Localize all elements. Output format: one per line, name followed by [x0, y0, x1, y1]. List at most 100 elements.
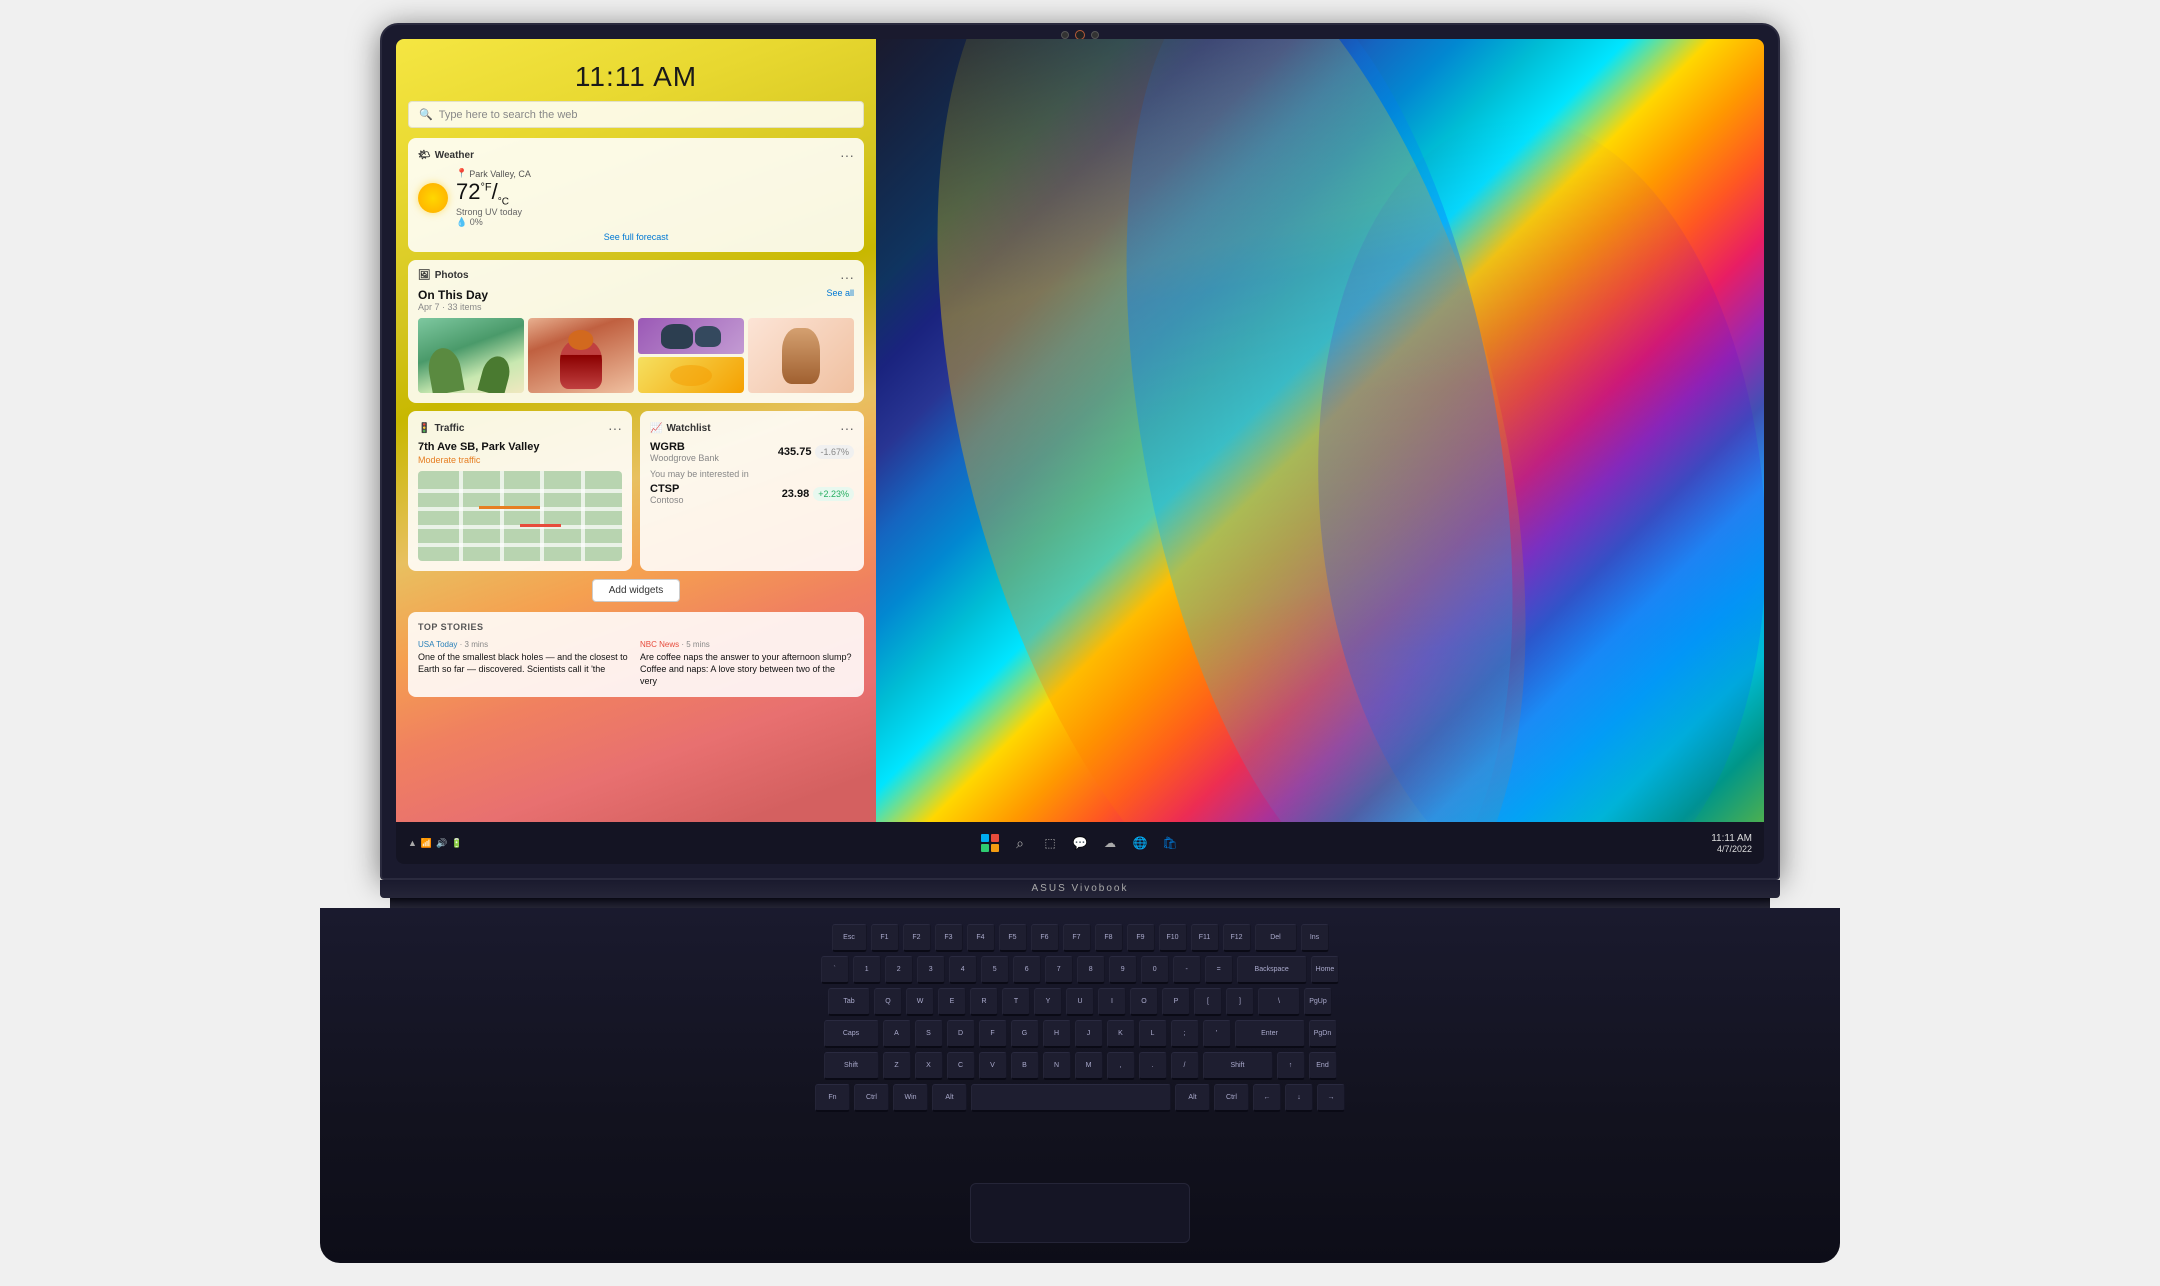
key-backtick[interactable]: ` — [821, 956, 849, 984]
weather-forecast-link[interactable]: See full forecast — [418, 232, 854, 242]
key-enter[interactable]: Enter — [1235, 1020, 1305, 1048]
key-minus[interactable]: - — [1173, 956, 1201, 984]
key-fn[interactable]: Fn — [815, 1084, 850, 1112]
key-shift-right[interactable]: Shift — [1203, 1052, 1273, 1080]
key-x[interactable]: X — [915, 1052, 943, 1080]
key-f11[interactable]: F11 — [1191, 924, 1219, 952]
taskbar-teams-button[interactable]: 💬 — [1069, 832, 1091, 854]
key-f5[interactable]: F5 — [999, 924, 1027, 952]
key-equals[interactable]: = — [1205, 956, 1233, 984]
key-o[interactable]: O — [1130, 988, 1158, 1016]
key-t[interactable]: T — [1002, 988, 1030, 1016]
key-w[interactable]: W — [906, 988, 934, 1016]
search-bar[interactable]: 🔍 Type here to search the web — [408, 101, 864, 128]
weather-more-button[interactable]: ··· — [840, 148, 854, 162]
key-c[interactable]: C — [947, 1052, 975, 1080]
key-semicolon[interactable]: ; — [1171, 1020, 1199, 1048]
key-f1[interactable]: F1 — [871, 924, 899, 952]
key-0[interactable]: 0 — [1141, 956, 1169, 984]
photo-1[interactable] — [418, 318, 524, 393]
key-alt-right[interactable]: Alt — [1175, 1084, 1210, 1112]
key-f3[interactable]: F3 — [935, 924, 963, 952]
traffic-more-button[interactable]: ··· — [608, 421, 622, 435]
taskbar-widgets-button[interactable]: ☁ — [1099, 832, 1121, 854]
photo-3[interactable] — [638, 318, 744, 393]
key-del[interactable]: Del — [1255, 924, 1297, 952]
key-p[interactable]: P — [1162, 988, 1190, 1016]
key-arrow-up[interactable]: ↑ — [1277, 1052, 1305, 1080]
key-j[interactable]: J — [1075, 1020, 1103, 1048]
start-button[interactable] — [979, 832, 1001, 854]
system-clock[interactable]: 11:11 AM 4/7/2022 — [1711, 833, 1752, 854]
story-item-1[interactable]: USA Today · 3 mins One of the smallest b… — [418, 640, 632, 687]
key-4[interactable]: 4 — [949, 956, 977, 984]
key-l[interactable]: L — [1139, 1020, 1167, 1048]
photo-4[interactable] — [748, 318, 854, 393]
add-widgets-button[interactable]: Add widgets — [592, 579, 680, 602]
key-v[interactable]: V — [979, 1052, 1007, 1080]
key-q[interactable]: Q — [874, 988, 902, 1016]
key-backspace[interactable]: Backspace — [1237, 956, 1307, 984]
key-f4[interactable]: F4 — [967, 924, 995, 952]
key-r[interactable]: R — [970, 988, 998, 1016]
key-f[interactable]: F — [979, 1020, 1007, 1048]
key-e[interactable]: E — [938, 988, 966, 1016]
key-8[interactable]: 8 — [1077, 956, 1105, 984]
taskbar-edge-button[interactable]: 🌐 — [1129, 832, 1151, 854]
key-5[interactable]: 5 — [981, 956, 1009, 984]
key-quote[interactable]: ' — [1203, 1020, 1231, 1048]
key-2[interactable]: 2 — [885, 956, 913, 984]
photos-see-all-link[interactable]: See all — [826, 288, 854, 298]
key-space[interactable] — [971, 1084, 1171, 1112]
key-arrow-left[interactable]: ← — [1253, 1084, 1281, 1112]
key-insert[interactable]: Ins — [1301, 924, 1329, 952]
key-esc[interactable]: Esc — [832, 924, 867, 952]
key-f7[interactable]: F7 — [1063, 924, 1091, 952]
key-period[interactable]: . — [1139, 1052, 1167, 1080]
key-m[interactable]: M — [1075, 1052, 1103, 1080]
key-u[interactable]: U — [1066, 988, 1094, 1016]
taskbar-taskview-button[interactable]: ⬚ — [1039, 832, 1061, 854]
key-tab[interactable]: Tab — [828, 988, 870, 1016]
key-i[interactable]: I — [1098, 988, 1126, 1016]
key-f12[interactable]: F12 — [1223, 924, 1251, 952]
key-6[interactable]: 6 — [1013, 956, 1041, 984]
key-h[interactable]: H — [1043, 1020, 1071, 1048]
key-9[interactable]: 9 — [1109, 956, 1137, 984]
key-s[interactable]: S — [915, 1020, 943, 1048]
key-3[interactable]: 3 — [917, 956, 945, 984]
taskbar-store-button[interactable]: 🛍 — [1159, 832, 1181, 854]
key-g[interactable]: G — [1011, 1020, 1039, 1048]
key-win[interactable]: Win — [893, 1084, 928, 1112]
key-backslash[interactable]: \ — [1258, 988, 1300, 1016]
photo-2[interactable] — [528, 318, 634, 393]
key-home[interactable]: Home — [1311, 956, 1340, 984]
key-b[interactable]: B — [1011, 1052, 1039, 1080]
key-f9[interactable]: F9 — [1127, 924, 1155, 952]
key-ctrl-left[interactable]: Ctrl — [854, 1084, 889, 1112]
watchlist-more-button[interactable]: ··· — [840, 421, 854, 435]
trackpad[interactable] — [970, 1183, 1190, 1243]
key-f8[interactable]: F8 — [1095, 924, 1123, 952]
key-arrow-down[interactable]: ↓ — [1285, 1084, 1313, 1112]
key-shift-left[interactable]: Shift — [824, 1052, 879, 1080]
key-k[interactable]: K — [1107, 1020, 1135, 1048]
key-n[interactable]: N — [1043, 1052, 1071, 1080]
key-bracket-right[interactable]: ] — [1226, 988, 1254, 1016]
key-d[interactable]: D — [947, 1020, 975, 1048]
key-z[interactable]: Z — [883, 1052, 911, 1080]
key-f2[interactable]: F2 — [903, 924, 931, 952]
key-pgup[interactable]: PgUp — [1304, 988, 1332, 1016]
key-7[interactable]: 7 — [1045, 956, 1073, 984]
key-ctrl-right[interactable]: Ctrl — [1214, 1084, 1249, 1112]
key-end[interactable]: End — [1309, 1052, 1337, 1080]
taskbar-notification-icon[interactable]: ▲ — [408, 838, 417, 848]
key-y[interactable]: Y — [1034, 988, 1062, 1016]
taskbar-search-button[interactable]: ⌕ — [1009, 832, 1031, 854]
key-arrow-right[interactable]: → — [1317, 1084, 1345, 1112]
key-alt-left[interactable]: Alt — [932, 1084, 967, 1112]
key-caps[interactable]: Caps — [824, 1020, 879, 1048]
photos-more-button[interactable]: ··· — [840, 270, 854, 284]
story-item-2[interactable]: NBC News · 5 mins Are coffee naps the an… — [640, 640, 854, 687]
key-comma[interactable]: , — [1107, 1052, 1135, 1080]
